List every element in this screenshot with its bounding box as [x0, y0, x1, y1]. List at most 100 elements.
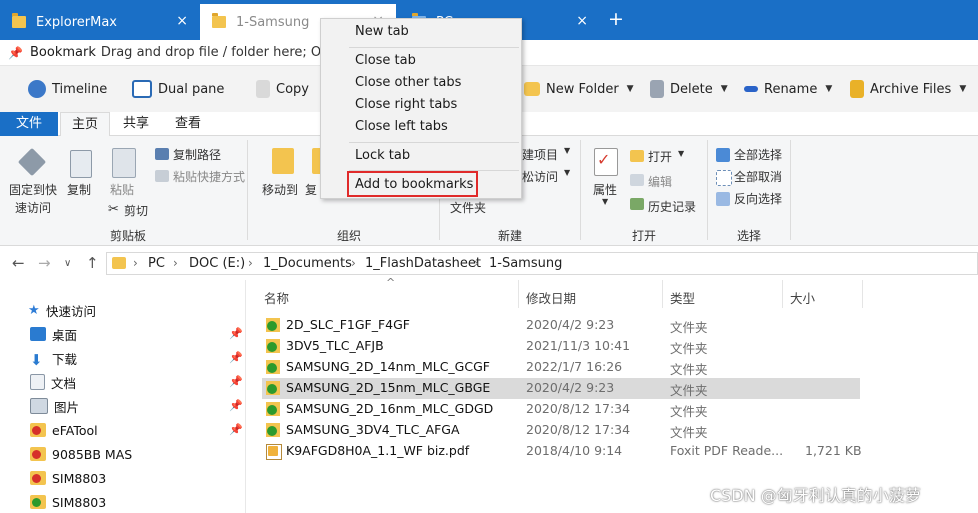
- table-row[interactable]: SAMSUNG_2D_14nm_MLC_GCGF 2022/1/7 16:26 …: [262, 357, 860, 378]
- new-folder-button[interactable]: New Folder ▼: [524, 78, 634, 100]
- chevron-down-icon[interactable]: ▼: [564, 168, 570, 177]
- nav-label: eFATool: [52, 422, 98, 438]
- pin-icon[interactable]: 📌: [229, 351, 243, 364]
- nav-efatool[interactable]: eFATool: [30, 420, 98, 440]
- copy-path-button[interactable]: 复制路径: [173, 146, 221, 163]
- crumb-1-samsung[interactable]: 1-Samsung: [489, 256, 562, 271]
- chevron-down-icon[interactable]: ▼: [602, 197, 608, 206]
- chevron-down-icon[interactable]: ▼: [678, 149, 684, 158]
- pin-icon[interactable]: 📌: [229, 375, 243, 388]
- column-divider[interactable]: [782, 280, 783, 308]
- open-button[interactable]: 打开: [648, 148, 672, 165]
- breadcrumb-separator[interactable]: ›: [248, 256, 253, 270]
- cut-button[interactable]: 剪切: [124, 202, 148, 219]
- pin-to-quick-access-button[interactable]: 固定到快: [9, 181, 57, 198]
- desktop-icon: [30, 327, 46, 341]
- select-all-button[interactable]: 全部选择: [734, 146, 782, 163]
- column-size[interactable]: 大小: [790, 288, 815, 307]
- tab-home[interactable]: 主页: [60, 112, 110, 138]
- crumb-doc-e[interactable]: DOC (E:): [189, 256, 245, 271]
- column-divider[interactable]: [862, 280, 863, 308]
- nav-pictures[interactable]: 图片: [30, 396, 79, 416]
- table-row[interactable]: SAMSUNG_2D_16nm_MLC_GDGD 2020/8/12 17:34…: [262, 399, 860, 420]
- invert-selection-button[interactable]: 反向选择: [734, 190, 782, 207]
- table-row[interactable]: 2D_SLC_F1GF_F4GF 2020/4/2 9:23 文件夹: [262, 315, 860, 336]
- nav-downloads[interactable]: ⬇ 下载: [30, 348, 77, 369]
- delete-button[interactable]: Delete ▼: [650, 78, 728, 100]
- nav-sim8803[interactable]: SIM8803: [30, 468, 106, 488]
- paste-shortcut-button[interactable]: 粘贴快捷方式: [173, 168, 245, 185]
- crumb-pc[interactable]: PC: [148, 256, 165, 271]
- edit-button[interactable]: 编辑: [648, 173, 672, 190]
- close-tab-icon[interactable]: ×: [176, 13, 188, 29]
- pin-icon[interactable]: 📌: [229, 399, 243, 412]
- up-arrow-icon[interactable]: ↑: [86, 254, 99, 272]
- folder-check-icon: [266, 381, 280, 395]
- crumb-1-flashdatasheet[interactable]: 1_FlashDatasheet: [365, 256, 481, 271]
- back-arrow-icon[interactable]: ←: [12, 254, 25, 272]
- dual-pane-button[interactable]: Dual pane: [132, 78, 224, 100]
- breadcrumb-separator[interactable]: ›: [351, 256, 356, 270]
- column-name[interactable]: 名称: [264, 288, 289, 307]
- group-separator: [790, 140, 791, 240]
- close-tab-icon[interactable]: ×: [576, 13, 588, 29]
- table-row-selected[interactable]: SAMSUNG_2D_15nm_MLC_GBGE 2020/4/2 9:23 文…: [262, 378, 860, 399]
- tab-view[interactable]: 查看: [164, 112, 212, 136]
- archive-files-button[interactable]: Archive Files ▼: [850, 78, 966, 100]
- select-none-button[interactable]: 全部取消: [734, 168, 782, 185]
- copy-to-button[interactable]: 复: [305, 181, 317, 198]
- nav-9085bb-mas[interactable]: 9085BB MAS: [30, 444, 132, 464]
- nav-sim8803-synced[interactable]: SIM8803: [30, 492, 106, 512]
- pin-icon[interactable]: 📌: [229, 423, 243, 436]
- menu-item-lock-tab[interactable]: Lock tab: [355, 148, 410, 163]
- menu-item-close-other-tabs[interactable]: Close other tabs: [355, 75, 461, 90]
- chevron-down-icon[interactable]: ▼: [825, 84, 832, 94]
- tab-share[interactable]: 共享: [112, 112, 160, 136]
- folder-alert-icon: [30, 447, 46, 461]
- file-type: 文件夹: [670, 362, 708, 377]
- chevron-down-icon[interactable]: ▼: [627, 84, 634, 94]
- column-type[interactable]: 类型: [670, 288, 695, 307]
- chevron-down-icon[interactable]: ▼: [959, 84, 966, 94]
- pin-icon[interactable]: 📌: [229, 327, 243, 340]
- nav-documents[interactable]: 文档: [30, 372, 76, 392]
- table-row[interactable]: SAMSUNG_3DV4_TLC_AFGA 2020/8/12 17:34 文件…: [262, 420, 860, 441]
- forward-arrow-icon[interactable]: →: [38, 254, 51, 272]
- move-to-button[interactable]: 移动到: [262, 181, 298, 198]
- easy-access-button[interactable]: 松访问: [522, 168, 558, 185]
- menu-item-close-right-tabs[interactable]: Close right tabs: [355, 97, 457, 112]
- copy-label: Copy: [276, 81, 309, 97]
- nav-quick-access[interactable]: ★ 快速访问: [28, 300, 96, 320]
- copy-button[interactable]: Copy: [256, 78, 309, 100]
- tab-explorermax[interactable]: ExplorerMax ×: [0, 4, 200, 40]
- new-tab-button[interactable]: +: [606, 8, 626, 30]
- new-item-button[interactable]: 建项目: [522, 146, 558, 163]
- nav-desktop[interactable]: 桌面: [30, 324, 77, 344]
- timeline-button[interactable]: Timeline: [28, 78, 107, 100]
- menu-item-close-left-tabs[interactable]: Close left tabs: [355, 119, 448, 134]
- breadcrumb-separator[interactable]: ›: [173, 256, 178, 270]
- history-dropdown-icon[interactable]: ∨: [64, 258, 71, 269]
- table-row[interactable]: K9AFGD8H0A_1.1_WF biz.pdf 2018/4/10 9:14…: [262, 441, 862, 462]
- history-button[interactable]: 历史记录: [648, 198, 696, 215]
- group-separator: [707, 140, 708, 240]
- crumb-1-documents[interactable]: 1_Documents: [263, 256, 352, 271]
- tab-file[interactable]: 文件: [0, 112, 58, 136]
- highlight-box: [347, 171, 478, 197]
- nav-label: SIM8803: [52, 494, 107, 510]
- menu-item-close-tab[interactable]: Close tab: [355, 53, 416, 68]
- breadcrumb-separator[interactable]: ›: [474, 256, 479, 270]
- column-date[interactable]: 修改日期: [526, 288, 576, 307]
- chevron-down-icon[interactable]: ▼: [564, 146, 570, 155]
- copy-button[interactable]: 复制: [67, 181, 91, 198]
- properties-button[interactable]: 属性: [593, 181, 617, 198]
- chevron-down-icon[interactable]: ▼: [721, 84, 728, 94]
- column-divider[interactable]: [518, 280, 519, 308]
- menu-item-new-tab[interactable]: New tab: [355, 24, 409, 39]
- paste-button[interactable]: 粘贴: [110, 181, 134, 198]
- rename-button[interactable]: Rename ▼: [744, 78, 832, 100]
- file-date: 2022/1/7 16:26: [526, 359, 623, 374]
- table-row[interactable]: 3DV5_TLC_AFJB 2021/11/3 10:41 文件夹: [262, 336, 860, 357]
- breadcrumb-separator[interactable]: ›: [133, 256, 138, 270]
- column-divider[interactable]: [662, 280, 663, 308]
